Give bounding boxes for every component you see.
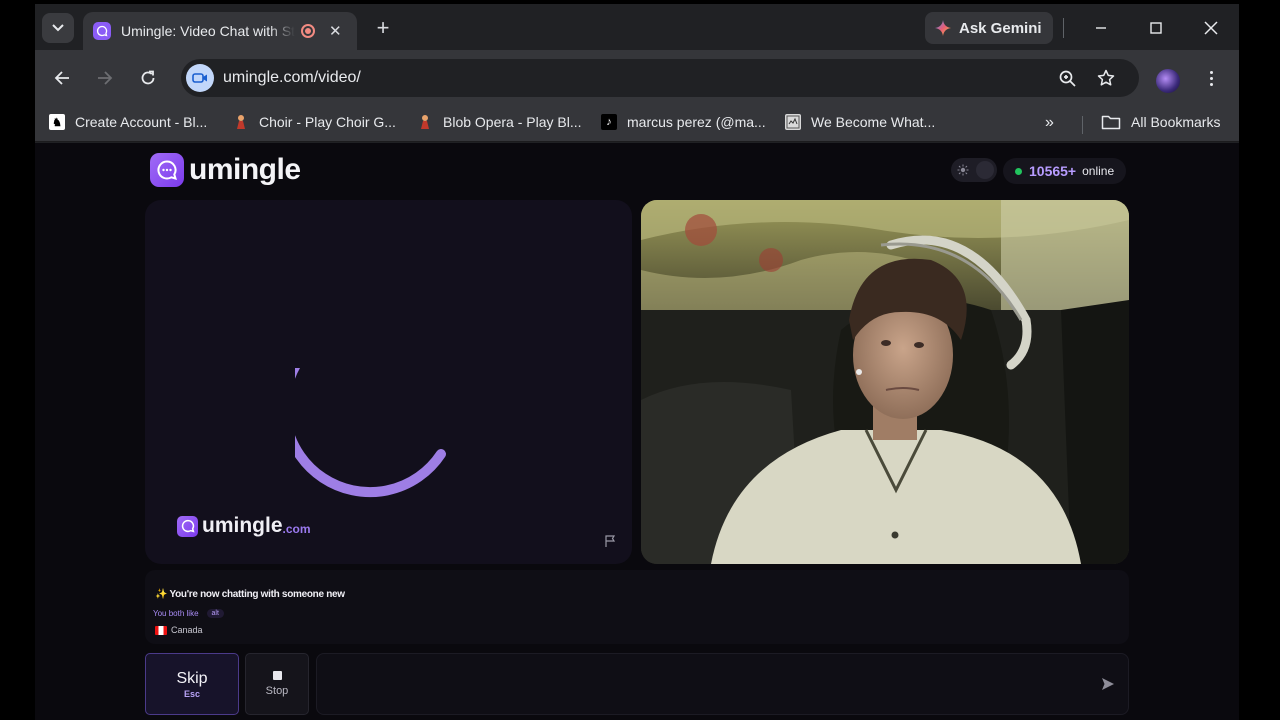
maximize-icon — [1150, 22, 1162, 34]
chevron-down-icon — [52, 24, 64, 32]
maximize-button[interactable] — [1141, 14, 1171, 42]
stranger-video-panel: umingle .com — [145, 200, 632, 564]
chat-status-text: You're now chatting with someone new — [169, 589, 345, 600]
bookmark-label: We Become What... — [811, 114, 936, 130]
skip-button[interactable]: Skip Esc — [145, 653, 239, 715]
minimize-icon — [1096, 27, 1106, 29]
bookmark-item[interactable]: We Become What... — [785, 114, 935, 130]
tab-title: Umingle: Video Chat with Strangers — [121, 23, 295, 39]
watermark-suffix: .com — [282, 522, 311, 536]
url-text: umingle.com/video/ — [223, 69, 361, 86]
bookmark-item[interactable]: ♞ Create Account - Bl... — [49, 114, 207, 130]
bookmark-label: Choir - Play Choir G... — [259, 114, 396, 130]
tab-strip: Umingle: Video Chat with Strangers ✕ + A… — [35, 4, 1239, 50]
report-flag-icon[interactable] — [603, 534, 617, 548]
self-camera-feed — [641, 200, 1129, 564]
folder-icon — [1101, 115, 1121, 130]
country-name: Canada — [171, 625, 203, 635]
stop-button[interactable]: Stop — [245, 653, 309, 715]
skip-shortcut: Esc — [183, 688, 200, 699]
gemini-sparkle-icon — [935, 20, 951, 36]
minimize-button[interactable] — [1086, 14, 1116, 42]
common-interests: You both like alt — [153, 609, 224, 618]
skip-label: Skip — [176, 669, 208, 687]
tab-umingle[interactable]: Umingle: Video Chat with Strangers ✕ — [83, 12, 357, 50]
tab-close-icon[interactable]: ✕ — [329, 22, 342, 40]
browser-toolbar: umingle.com/video/ — [35, 50, 1239, 104]
choir-icon — [233, 114, 249, 130]
profile-avatar[interactable] — [1156, 69, 1180, 93]
bookmarks-divider — [1082, 116, 1083, 134]
umingle-watermark: umingle .com — [177, 514, 311, 538]
online-count: 10565+ — [1029, 163, 1077, 179]
zoom-icon[interactable] — [1057, 68, 1077, 88]
common-interests-label: You both like — [153, 609, 199, 618]
canada-flag-icon — [155, 625, 167, 635]
loading-spinner-icon — [295, 368, 446, 498]
online-counter: 10565+ online — [1003, 158, 1127, 184]
more-bookmarks-icon[interactable]: » — [1045, 114, 1054, 132]
message-input[interactable] — [316, 653, 1129, 715]
back-button[interactable] — [50, 66, 74, 90]
bookmarks-bar: ♞ Create Account - Bl... Choir - Play Ch… — [35, 104, 1239, 142]
stop-icon — [272, 671, 282, 680]
chat-log: ✨ You're now chatting with someone new Y… — [145, 570, 1129, 644]
close-icon — [1204, 21, 1218, 35]
forward-button[interactable] — [93, 66, 117, 90]
sparkles-icon: ✨ — [155, 589, 168, 600]
browser-menu-icon[interactable] — [1203, 66, 1219, 90]
bookmark-star-icon[interactable] — [1096, 68, 1116, 88]
all-bookmarks-button[interactable]: All Bookmarks — [1101, 114, 1220, 130]
site-camera-icon[interactable] — [186, 64, 214, 92]
window-controls-divider — [1063, 18, 1064, 38]
sun-icon — [957, 164, 969, 176]
address-bar[interactable]: umingle.com/video/ — [181, 59, 1139, 97]
arrow-left-icon — [54, 71, 69, 85]
brand-name: umingle — [189, 153, 301, 186]
game-icon — [785, 114, 801, 130]
umingle-logo[interactable]: umingle — [150, 153, 301, 187]
reload-button[interactable] — [136, 66, 160, 90]
watermark-brand: umingle — [202, 514, 283, 537]
theme-toggle[interactable] — [951, 158, 997, 182]
bookmark-label: Blob Opera - Play Bl... — [443, 114, 582, 130]
new-tab-button[interactable]: + — [371, 15, 395, 41]
reload-icon — [141, 70, 155, 85]
online-status-dot — [1015, 167, 1022, 175]
blob-opera-icon — [417, 114, 433, 130]
ask-gemini-button[interactable]: Ask Gemini — [925, 12, 1053, 44]
bookmark-item[interactable]: ♪ marcus perez (@ma... — [601, 114, 766, 130]
bookmark-label: marcus perez (@ma... — [627, 114, 766, 130]
ask-gemini-label: Ask Gemini — [959, 19, 1042, 37]
umingle-page: umingle 10565+ online umingle .com ✨ You… — [35, 143, 1239, 720]
tab-search-button[interactable] — [42, 13, 74, 43]
stranger-country: Canada — [155, 625, 203, 635]
lichess-icon: ♞ — [49, 114, 65, 130]
umingle-favicon-icon — [93, 22, 111, 40]
bookmark-item[interactable]: Blob Opera - Play Bl... — [417, 114, 582, 130]
send-button[interactable] — [1099, 675, 1117, 693]
browser-window: Umingle: Video Chat with Strangers ✕ + A… — [35, 4, 1239, 720]
send-icon — [1102, 678, 1114, 690]
close-window-button[interactable] — [1196, 14, 1226, 42]
recording-icon — [301, 24, 315, 38]
chat-bubble-logo-icon — [150, 153, 184, 187]
tiktok-icon: ♪ — [601, 114, 617, 130]
online-label: online — [1082, 164, 1115, 178]
chat-bubble-watermark-icon — [177, 515, 198, 537]
arrow-right-icon — [98, 71, 113, 85]
interest-tag: alt — [206, 609, 224, 618]
toggle-knob — [976, 161, 994, 179]
webcam-image — [641, 200, 1129, 564]
stop-label: Stop — [265, 685, 289, 697]
bookmark-label: Create Account - Bl... — [75, 114, 208, 130]
bookmark-item[interactable]: Choir - Play Choir G... — [233, 114, 396, 130]
all-bookmarks-label: All Bookmarks — [1131, 114, 1221, 130]
chat-status-message: ✨ You're now chatting with someone new — [155, 589, 345, 600]
